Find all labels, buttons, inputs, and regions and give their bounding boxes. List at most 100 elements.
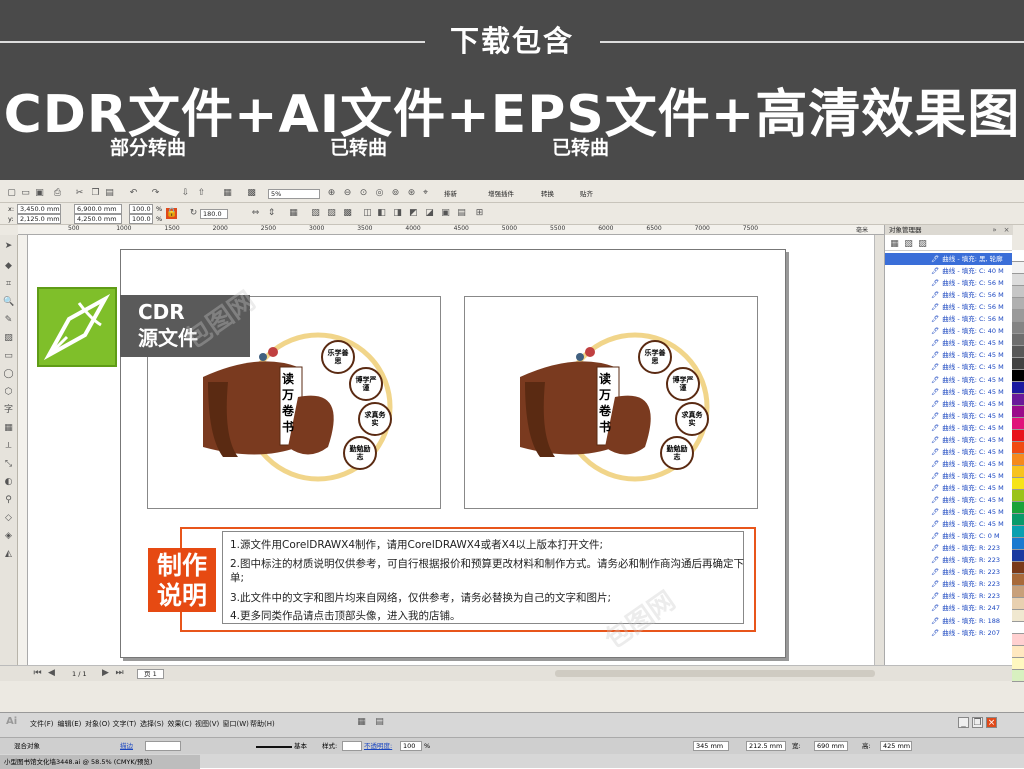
color-swatch[interactable]	[1012, 454, 1024, 466]
zoom-height-icon[interactable]: ⌖	[420, 188, 431, 199]
color-swatch[interactable]	[1012, 406, 1024, 418]
zoom-width-icon[interactable]: ⊛	[406, 188, 417, 199]
table-tool-icon[interactable]: ▦	[3, 423, 14, 434]
object-row[interactable]: 🖊 曲线 - 填充: C: 45 M	[885, 386, 1013, 398]
object-row[interactable]: 🖊 曲线 - 填充: R: 223	[885, 566, 1013, 578]
trim-icon[interactable]: ◧	[376, 208, 387, 219]
page-tab[interactable]: 页 1	[137, 669, 164, 679]
copy-icon[interactable]: ❐	[90, 188, 101, 199]
ai-menu-item[interactable]: 视图(V)	[195, 719, 219, 729]
freehand-tool-icon[interactable]: ✎	[3, 315, 14, 326]
color-swatch[interactable]	[1012, 490, 1024, 502]
object-row[interactable]: 🖊 曲线 - 填充: R: 207	[885, 627, 1013, 639]
object-row[interactable]: 🖊 曲线 - 填充: C: 45 M	[885, 398, 1013, 410]
last-page-icon[interactable]: ⏭	[114, 668, 125, 679]
object-row[interactable]: 🖊 曲线 - 填充: R: 188	[885, 615, 1013, 627]
color-swatch[interactable]	[1012, 598, 1024, 610]
weld-icon[interactable]: ◫	[362, 208, 373, 219]
pick-tool-icon[interactable]: ➤	[3, 241, 14, 252]
color-swatch[interactable]	[1012, 298, 1024, 310]
ai-menu-item[interactable]: 对象(O)	[85, 719, 110, 729]
zoom-select[interactable]: 5%	[268, 189, 320, 199]
object-row[interactable]: 🖊 曲线 - 填充: R: 223	[885, 578, 1013, 590]
ai-document-tab[interactable]: 小型图书馆文化墙3448.ai @ 58.5% (CMYK/预览)	[0, 755, 200, 769]
interactive-fill-icon[interactable]: ◭	[3, 549, 14, 560]
panel-expand-icon[interactable]: »	[989, 225, 1000, 236]
object-row[interactable]: 🖊 曲线 - 填充: C: 45 M	[885, 458, 1013, 470]
scale-x-field[interactable]: 100.0	[129, 204, 153, 214]
color-swatch[interactable]	[1012, 370, 1024, 382]
object-row[interactable]: 🖊 曲线 - 填充: C: 56 M	[885, 313, 1013, 325]
prev-page-icon[interactable]: ◀	[46, 668, 57, 679]
fill-tool-icon[interactable]: ◈	[3, 531, 14, 542]
zoom-all-icon[interactable]: ◎	[374, 188, 385, 199]
height-field[interactable]: 425 mm	[880, 741, 912, 751]
object-row[interactable]: 🖊 曲线 - 填充: C: 45 M	[885, 361, 1013, 373]
open-icon[interactable]: ▭	[20, 188, 31, 199]
combine-icon[interactable]: ▩	[342, 208, 353, 219]
object-row[interactable]: 🖊 曲线 - 填充: 黑, 轮廓	[885, 253, 1013, 265]
width-field[interactable]: 6,900.0 mm	[74, 204, 122, 214]
ai-menu-item[interactable]: 文字(T)	[113, 719, 137, 729]
ai-menu-item[interactable]: 窗口(W)	[223, 719, 249, 729]
first-page-icon[interactable]: ⏮	[32, 668, 43, 679]
front-minus-back-icon[interactable]: ◪	[424, 208, 435, 219]
close-icon[interactable]: ×	[986, 717, 997, 728]
back-minus-front-icon[interactable]: ▣	[440, 208, 451, 219]
x-position-field[interactable]: 3,450.0 mm	[17, 204, 61, 214]
color-swatch[interactable]	[1012, 322, 1024, 334]
shape-tool-icon[interactable]: ◆	[3, 261, 14, 272]
color-swatch[interactable]	[1012, 514, 1024, 526]
boundary-icon[interactable]: ▤	[456, 208, 467, 219]
object-row[interactable]: 🖊 曲线 - 填充: R: 223	[885, 590, 1013, 602]
bridge-icon[interactable]: ▦	[356, 717, 367, 728]
align-icon[interactable]: ⊞	[474, 208, 485, 219]
paste-icon[interactable]: ▤	[104, 188, 115, 199]
y-field[interactable]: 212.5 mm	[746, 741, 786, 751]
lock-ratio-icon[interactable]: 🔒	[166, 208, 177, 219]
outline-tool-icon[interactable]: ◇	[3, 513, 14, 524]
vertical-scrollbar[interactable]	[874, 235, 884, 665]
ai-menu-item[interactable]: 帮助(H)	[250, 719, 275, 729]
zoom-out-icon[interactable]: ⊖	[342, 188, 353, 199]
stroke-weight-field[interactable]	[145, 741, 181, 751]
save-icon[interactable]: ▣	[34, 188, 45, 199]
color-swatch[interactable]	[1012, 634, 1024, 646]
object-row[interactable]: 🖊 曲线 - 填充: C: 56 M	[885, 277, 1013, 289]
minimize-icon[interactable]: _	[958, 717, 969, 728]
style-select[interactable]	[342, 741, 362, 751]
opacity-link[interactable]: 不透明度:	[364, 742, 392, 750]
crop-tool-icon[interactable]: ⌗	[3, 279, 14, 290]
cut-icon[interactable]: ✂	[74, 188, 85, 199]
y-position-field[interactable]: 2,125.0 mm	[17, 214, 61, 224]
text-tool-icon[interactable]: 字	[3, 405, 14, 416]
ungroup-all-icon[interactable]: ▨	[326, 208, 337, 219]
color-swatch[interactable]	[1012, 658, 1024, 670]
object-row[interactable]: 🖊 曲线 - 填充: C: 45 M	[885, 446, 1013, 458]
simplify-icon[interactable]: ◩	[408, 208, 419, 219]
dimension-tool-icon[interactable]: ⟂	[3, 441, 14, 452]
object-row[interactable]: 🖊 曲线 - 填充: C: 40 M	[885, 265, 1013, 277]
object-row[interactable]: 🖊 曲线 - 填充: R: 223	[885, 554, 1013, 566]
color-swatch[interactable]	[1012, 334, 1024, 346]
opacity-field[interactable]: 100	[400, 741, 422, 751]
color-swatch[interactable]	[1012, 358, 1024, 370]
object-row[interactable]: 🖊 曲线 - 填充: C: 45 M	[885, 434, 1013, 446]
color-palette[interactable]	[1012, 250, 1024, 682]
eyedropper-tool-icon[interactable]: ⚲	[3, 495, 14, 506]
object-row[interactable]: 🖊 曲线 - 填充: C: 0 M	[885, 530, 1013, 542]
print-icon[interactable]: ⎙	[52, 188, 63, 199]
zoom-page-icon[interactable]: ⊚	[390, 188, 401, 199]
color-swatch[interactable]	[1012, 262, 1024, 274]
rectangle-tool-icon[interactable]: ▭	[3, 351, 14, 362]
color-swatch[interactable]	[1012, 586, 1024, 598]
horizontal-scrollbar[interactable]	[555, 670, 875, 677]
color-swatch[interactable]	[1012, 670, 1024, 682]
color-swatch[interactable]	[1012, 310, 1024, 322]
color-swatch[interactable]	[1012, 646, 1024, 658]
polygon-tool-icon[interactable]: ⬡	[3, 387, 14, 398]
plugin-button[interactable]: 增强插件	[488, 190, 514, 198]
snap-button[interactable]: 贴齐	[580, 190, 593, 198]
redo-icon[interactable]: ↷	[150, 188, 161, 199]
app-launcher-icon[interactable]: ▦	[222, 188, 233, 199]
